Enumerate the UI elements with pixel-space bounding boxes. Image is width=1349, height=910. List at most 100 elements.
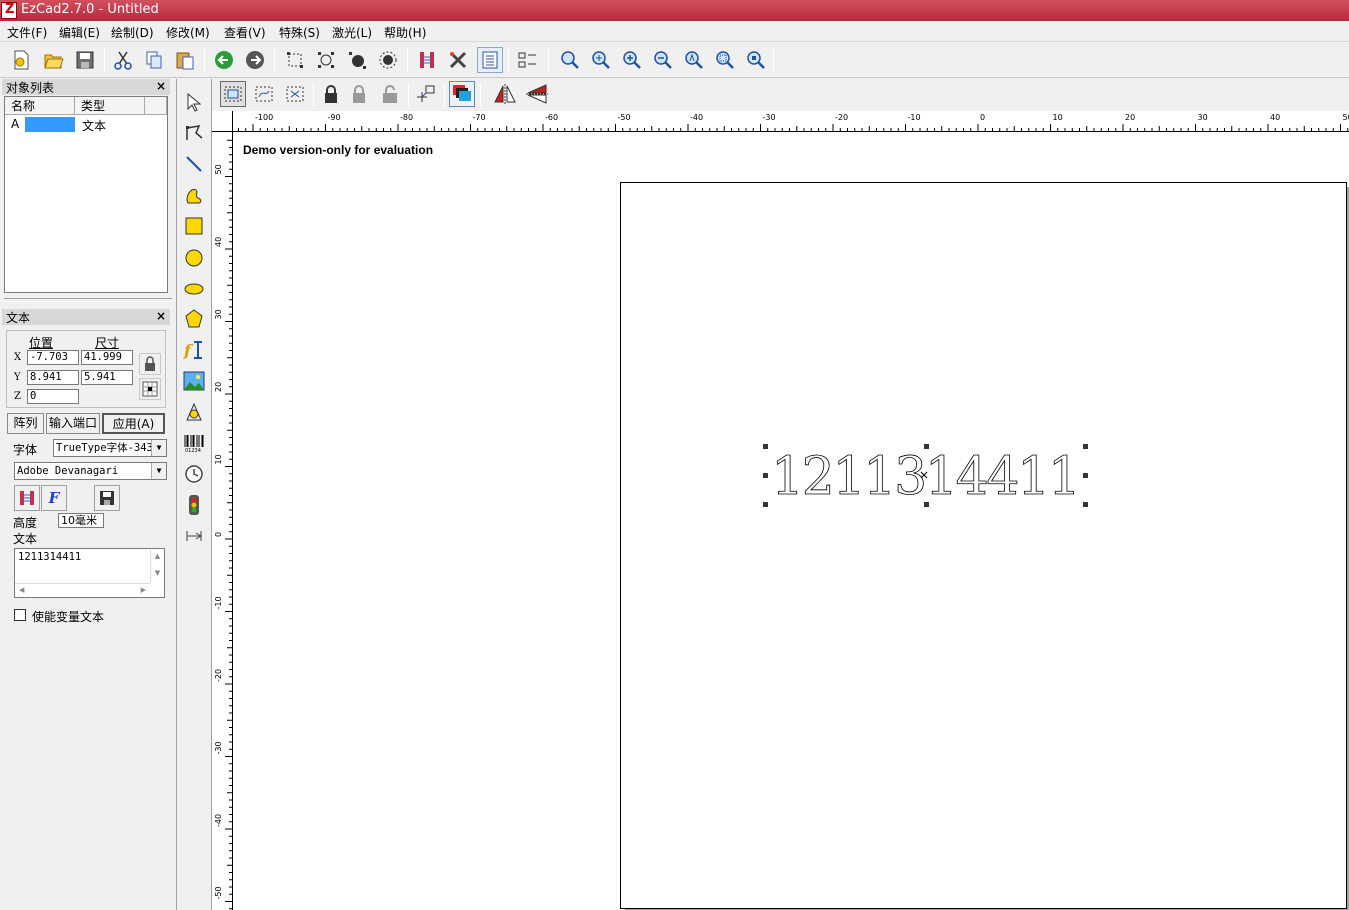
select-pointer-icon[interactable] (180, 88, 208, 116)
input-port-button[interactable]: 输入端口 (46, 413, 100, 434)
column-type[interactable]: 类型 (75, 97, 145, 115)
group-icon[interactable] (344, 47, 370, 73)
text-vscroll[interactable]: ▲ ▼ (150, 549, 164, 583)
x-input[interactable]: -7.703 (27, 350, 79, 365)
select-box-icon[interactable] (282, 81, 308, 107)
cut-icon[interactable] (110, 47, 136, 73)
y-input[interactable]: 8.941 (27, 370, 79, 385)
list-item-name: A (11, 117, 20, 131)
pen-color-icon[interactable] (449, 81, 475, 107)
curve-tool-icon[interactable] (180, 181, 208, 209)
copy-icon[interactable] (141, 47, 167, 73)
save-text-icon[interactable] (94, 485, 120, 511)
menu-help[interactable]: 帮助(H) (384, 24, 426, 41)
base-point-icon[interactable] (413, 81, 439, 107)
select-mode-icon[interactable] (220, 81, 246, 107)
variable-text-checkbox[interactable] (14, 609, 26, 621)
panel-splitter[interactable] (4, 298, 172, 302)
zoom-icon[interactable] (557, 47, 583, 73)
open-file-icon[interactable] (40, 47, 66, 73)
zoom-selected-icon[interactable] (743, 47, 769, 73)
font-type-value: TrueType字体-343 (56, 442, 153, 454)
work-area (620, 182, 1347, 909)
ruler-label: -20 (214, 669, 223, 682)
menu-draw[interactable]: 绘制(D) (111, 24, 154, 41)
text-content-input[interactable]: 1211314411 ▲ ▼ ◀ ▶ (14, 548, 165, 598)
ruler-corner (212, 111, 233, 132)
select-all-icon[interactable] (282, 47, 308, 73)
window-title: EzCad2.7.0 - Untitled (21, 2, 159, 17)
unlock-all-icon[interactable] (377, 81, 403, 107)
font-param-icon[interactable]: F (41, 485, 67, 511)
mirror-horizontal-icon[interactable] (492, 81, 518, 107)
circle-tool-icon[interactable] (180, 244, 208, 272)
list-item[interactable]: A 文本 (5, 116, 167, 133)
text-object[interactable]: 1211314411 (763, 444, 1088, 507)
props-header: 文本 × (2, 309, 170, 325)
mirror-vertical-icon[interactable] (524, 81, 550, 107)
ellipse-tool-icon[interactable] (180, 275, 208, 303)
close-icon[interactable]: × (156, 309, 166, 323)
zoom-out-icon[interactable] (650, 47, 676, 73)
paste-icon[interactable] (172, 47, 198, 73)
font-type-select[interactable]: TrueType字体-343 ▼ (53, 439, 167, 457)
z-input[interactable]: 0 (27, 389, 79, 404)
tools-icon[interactable] (445, 47, 471, 73)
undo-icon[interactable] (211, 47, 237, 73)
lock-ratio-icon[interactable] (139, 353, 161, 375)
ruler-label: 0 (214, 532, 223, 537)
lock-icon[interactable] (318, 81, 344, 107)
close-icon[interactable]: × (156, 79, 166, 93)
bitmap-tool-icon[interactable] (180, 367, 208, 395)
zoom-all-icon[interactable] (681, 47, 707, 73)
apply-button[interactable]: 应用(A) (102, 413, 165, 434)
anchor-grid-icon[interactable] (139, 378, 161, 400)
menu-bar: 文件(F) 编辑(E) 绘制(D) 修改(M) 查看(V) 特殊(S) 激光(L… (0, 21, 1349, 42)
variable-text-label: 使能变量文本 (32, 610, 105, 624)
save-icon[interactable] (72, 47, 98, 73)
barcode-tool-icon[interactable]: 01234 (180, 429, 208, 457)
array-button[interactable]: 阵列 (7, 413, 44, 434)
chevron-down-icon: ▼ (151, 440, 166, 456)
drawing-canvas[interactable]: Demo version-only for evaluation 1211314… (233, 132, 1349, 910)
param-list-icon[interactable] (477, 47, 503, 73)
menu-laser[interactable]: 激光(L) (332, 24, 372, 41)
select-tool-icon[interactable] (313, 47, 339, 73)
object-list: 名称 类型 A 文本 (4, 96, 168, 293)
menu-edit[interactable]: 编辑(E) (59, 24, 100, 41)
vector-file-icon[interactable] (180, 398, 208, 426)
height-size-input[interactable]: 5.941 (81, 370, 133, 385)
font-name-select[interactable]: Adobe Devanagari ▼ (14, 462, 167, 480)
width-input[interactable]: 41.999 (81, 350, 133, 365)
redo-icon[interactable] (242, 47, 268, 73)
menu-file[interactable]: 文件(F) (7, 24, 47, 41)
menu-view[interactable]: 查看(V) (224, 24, 266, 41)
object-list-header: 对象列表 × (2, 79, 170, 95)
unlock-icon[interactable] (346, 81, 372, 107)
column-name[interactable]: 名称 (5, 97, 75, 115)
line-tool-icon[interactable] (180, 150, 208, 178)
text-hscroll[interactable]: ◀ ▶ (15, 583, 150, 597)
position-label: 位置 (29, 336, 54, 350)
align-icon[interactable] (514, 47, 540, 73)
select-curve-icon[interactable] (251, 81, 277, 107)
text-tool-icon[interactable]: f (180, 336, 208, 364)
polygon-tool-icon[interactable] (180, 305, 208, 333)
timer-tool-icon[interactable] (180, 460, 208, 488)
menu-modify[interactable]: 修改(M) (166, 24, 210, 41)
zoom-in-icon[interactable] (588, 47, 614, 73)
hatch-icon[interactable] (414, 47, 440, 73)
zoom-plus-icon[interactable] (619, 47, 645, 73)
menu-special[interactable]: 特殊(S) (279, 24, 320, 41)
node-edit-icon[interactable] (180, 119, 208, 147)
output-port-tool-icon[interactable] (180, 522, 208, 550)
text-fill-icon[interactable] (14, 485, 40, 511)
rectangle-tool-icon[interactable] (180, 212, 208, 240)
ruler-label: 20 (214, 382, 223, 392)
zoom-page-icon[interactable] (712, 47, 738, 73)
new-file-icon[interactable] (8, 47, 34, 73)
ungroup-icon[interactable] (375, 47, 401, 73)
ruler-label: -30 (214, 741, 223, 754)
input-port-tool-icon[interactable] (180, 491, 208, 519)
text-height-input[interactable]: 10毫米 (58, 513, 104, 528)
